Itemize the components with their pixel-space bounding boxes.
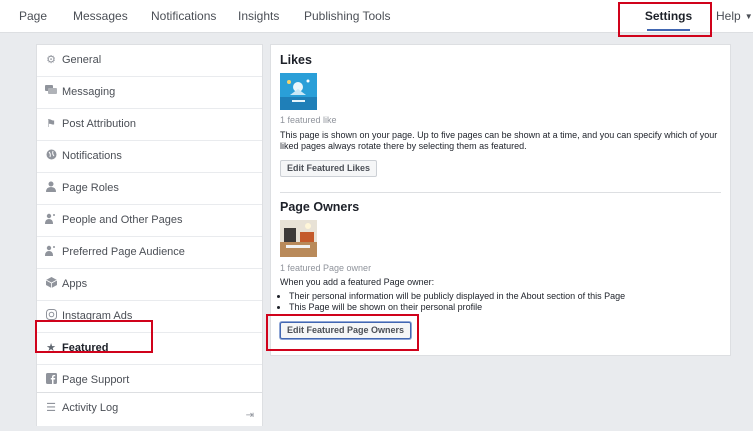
flag-icon: ⚑: [46, 118, 56, 130]
edit-featured-likes-button[interactable]: Edit Featured Likes: [280, 160, 378, 177]
sidebar-item-label: People and Other Pages: [62, 214, 183, 226]
nav-page[interactable]: Page: [19, 0, 47, 32]
sidebar-item-activity-log[interactable]: ☰ Activity Log ⇥: [37, 393, 262, 424]
sidebar-item-messaging[interactable]: Messaging: [37, 77, 262, 109]
sidebar-item-apps[interactable]: Apps: [37, 269, 262, 301]
featured-content-panel: Likes 1 featured like This page is shown…: [270, 44, 731, 356]
star-icon: ★: [46, 342, 56, 354]
likes-title: Likes: [280, 53, 312, 67]
likes-count: 1 featured like: [280, 115, 337, 125]
featured-like-thumbnail[interactable]: [280, 73, 317, 110]
sidebar-item-label: Activity Log: [62, 402, 119, 414]
instagram-icon: [45, 309, 57, 323]
gear-icon: ⚙: [46, 54, 56, 66]
settings-sidebar: ⚙ General Messaging ⚑ Post Attribution N…: [36, 44, 263, 397]
nav-settings-label: Settings: [644, 9, 693, 23]
audience-icon: [45, 245, 57, 259]
sidebar-item-post-attribution[interactable]: ⚑ Post Attribution: [37, 109, 262, 141]
nav-insights[interactable]: Insights: [238, 0, 279, 32]
sidebar-item-instagram-ads[interactable]: Instagram Ads: [37, 301, 262, 333]
owners-bullet-list: Their personal information will be publi…: [280, 291, 625, 313]
owners-count: 1 featured Page owner: [280, 263, 372, 273]
sidebar-item-label: General: [62, 54, 102, 66]
likes-description: This page is shown on your page. Up to f…: [280, 130, 718, 151]
list-icon: ☰: [46, 402, 56, 414]
sidebar-item-label: Instagram Ads: [62, 310, 133, 322]
owners-intro: When you add a featured Page owner:: [280, 277, 435, 287]
sidebar-item-label: Page Support: [62, 374, 130, 386]
featured-owner-thumbnail[interactable]: [280, 220, 317, 257]
sidebar-item-people-and-other-pages[interactable]: People and Other Pages: [37, 205, 262, 237]
list-item: Their personal information will be publi…: [289, 291, 625, 302]
sidebar-item-notifications[interactable]: Notifications: [37, 141, 262, 173]
nav-settings[interactable]: Settings: [642, 0, 695, 32]
sidebar-item-label: Featured: [62, 342, 109, 354]
sidebar-item-general[interactable]: ⚙ General: [37, 45, 262, 77]
nav-messages[interactable]: Messages: [73, 0, 128, 32]
open-link-icon: ⇥: [245, 410, 254, 421]
page-owners-title: Page Owners: [280, 200, 360, 214]
sidebar-item-label: Preferred Page Audience: [62, 246, 185, 258]
sidebar-item-preferred-page-audience[interactable]: Preferred Page Audience: [37, 237, 262, 269]
chat-icon: [45, 85, 57, 99]
sidebar-item-label: Notifications: [62, 150, 122, 162]
person-icon: [45, 181, 57, 195]
people-icon: [45, 213, 57, 227]
sidebar-item-label: Page Roles: [62, 182, 119, 194]
active-tab-indicator: [647, 29, 690, 31]
nav-notifications[interactable]: Notifications: [151, 0, 216, 32]
cube-icon: [45, 277, 57, 291]
nav-help[interactable]: Help ▼: [716, 0, 753, 32]
sidebar-item-label: Post Attribution: [62, 118, 136, 130]
list-item: This Page will be shown on their persona…: [289, 302, 625, 313]
sidebar-item-label: Messaging: [62, 86, 116, 98]
edit-featured-page-owners-button[interactable]: Edit Featured Page Owners: [280, 322, 412, 339]
nav-publishing-tools[interactable]: Publishing Tools: [304, 0, 391, 32]
nav-help-label: Help: [716, 9, 741, 23]
caret-down-icon: ▼: [744, 11, 753, 21]
sidebar-item-featured[interactable]: ★ Featured: [37, 333, 262, 365]
top-navigation: Page Messages Notifications Insights Pub…: [0, 0, 753, 33]
globe-icon: [45, 149, 57, 163]
section-divider: [280, 192, 721, 193]
sidebar-item-page-roles[interactable]: Page Roles: [37, 173, 262, 205]
sidebar-item-label: Apps: [62, 278, 88, 290]
activity-log-panel: ☰ Activity Log ⇥: [36, 392, 263, 426]
facebook-icon: [45, 373, 57, 387]
